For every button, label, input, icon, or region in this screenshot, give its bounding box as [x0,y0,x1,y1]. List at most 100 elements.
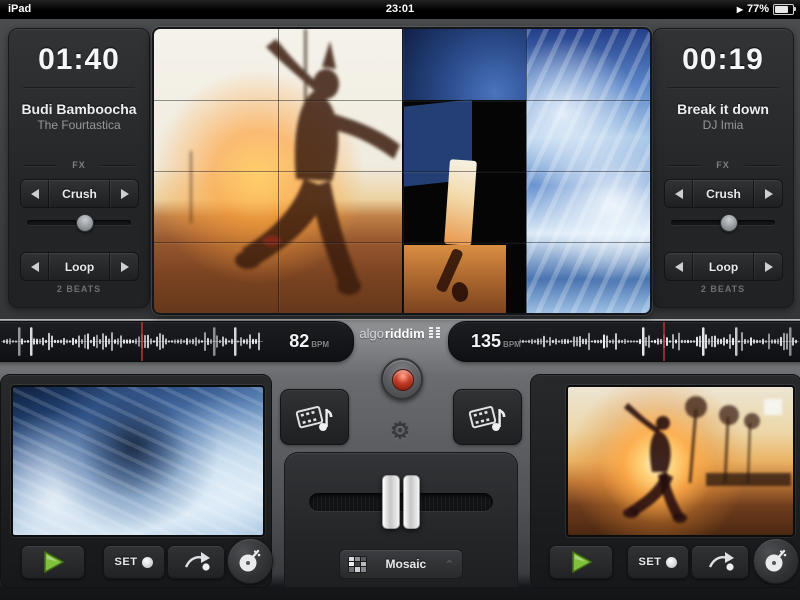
loop-shorter-button[interactable] [21,253,49,280]
loop-beats-label: 2 BEATS [700,284,746,294]
media-library-button-left[interactable] [280,389,349,445]
grid-line [154,171,650,172]
crossfader-left-arrow-icon [294,495,305,511]
fx-next-button[interactable] [754,180,782,207]
play-button[interactable] [549,545,613,579]
play-icon [44,550,65,574]
loop-selected-value: Loop [64,259,95,274]
play-button[interactable] [21,545,85,579]
waveform-graph [517,327,799,356]
record-button[interactable] [381,358,423,400]
turntable-scratch-button[interactable] [227,538,273,584]
track-title: Budi Bamboocha [21,101,137,117]
fx-next-button[interactable] [110,180,138,207]
equalizer-icon [428,326,440,338]
set-cue-button[interactable]: SET [103,545,165,579]
set-label: SET [638,556,662,568]
fx-amount-slider[interactable] [671,213,775,232]
algoriddim-logo: algo riddim [320,325,480,341]
loop-selector[interactable]: Loop [20,252,139,281]
deck-left-panel: 01:40 Budi Bamboocha The Fourtastica FX … [8,28,150,308]
media-library-button-right[interactable] [453,389,522,445]
clock: 23:01 [385,3,415,15]
loop-shorter-button[interactable] [665,253,693,280]
left-arrow-icon [674,261,683,272]
mosaic-grid-icon [348,555,367,573]
fx-amount-slider[interactable] [27,213,131,232]
fx-prev-button[interactable] [665,180,693,207]
fx-selected-value: Crush [62,186,97,201]
film-music-note-icon [468,406,505,431]
left-arrow-icon [30,261,39,272]
waveform-right[interactable]: 135 BPM [448,321,800,362]
fx-section-label: FX [653,160,793,170]
curved-arrow-icon [708,552,734,571]
curved-arrow-icon [184,552,210,571]
fx-selected-value: Crush [706,186,741,201]
transition-selected-value: Mosaic [385,557,427,571]
crossfader-knob[interactable] [382,475,420,529]
mixer-console: Mosaic ⌃ [284,452,518,587]
record-dot-icon [392,369,414,391]
sunset-scene-silhouettes [623,396,791,523]
waveform-left[interactable]: 82 BPM [0,321,354,362]
cue-dot-icon [142,556,154,568]
battery-icon [773,3,796,15]
right-arrow-icon [120,261,129,272]
slider-knob[interactable] [720,214,739,232]
logo-bold-text: riddim [384,325,425,341]
waveform-graph [1,327,263,356]
transition-selector-button[interactable]: Mosaic ⌃ [339,549,463,579]
fx-prev-button[interactable] [21,180,49,207]
cue-dot-icon [666,556,678,568]
loop-longer-button[interactable] [110,253,138,280]
play-icon [572,550,593,574]
film-music-note-icon [295,406,332,431]
turntable-icon [239,549,261,572]
status-right-group: ▶ 77% [736,3,796,15]
deck-right-panel: 00:19 Break it down DJ Imia FX Crush Loo… [652,28,794,308]
fx-section-label: FX [9,160,149,170]
track-artist: DJ Imia [702,118,744,132]
loop-beats-label: 2 BEATS [56,284,102,294]
loop-longer-button[interactable] [754,253,782,280]
jump-to-cue-button[interactable] [167,545,225,579]
battery-percent: 77% [746,3,769,15]
video-thumbnail-water[interactable] [11,385,265,537]
video-thumbnail-sunset[interactable] [566,385,795,537]
elapsed-time: 00:19 [682,43,764,76]
status-bar: iPad 23:01 ▶ 77% [0,0,800,19]
grid-line [154,100,650,101]
bpm-unit: BPM [311,340,329,349]
left-arrow-icon [674,188,683,199]
bpm-unit: BPM [503,340,521,349]
fx-selector[interactable]: Crush [664,179,783,208]
bottom-deck-right: SET [530,374,800,588]
turntable-scratch-button[interactable] [753,538,799,584]
right-arrow-icon [764,188,773,199]
chevron-up-icon: ⌃ [444,558,454,571]
set-label: SET [114,556,138,568]
slider-knob[interactable] [76,214,95,232]
play-indicator-icon: ▶ [736,4,743,14]
turntable-icon [765,549,787,572]
track-title: Break it down [677,101,769,117]
vjay-dj-app: iPad 23:01 ▶ 77% 01:40 Budi Bamboocha Th… [0,0,800,600]
divider [667,87,779,89]
jump-to-cue-button[interactable] [691,545,749,579]
bpm-value: 82 [289,331,310,351]
left-arrow-icon [30,188,39,199]
logo-light-text: algo [359,325,384,341]
settings-gear-icon[interactable]: ⚙ [387,418,413,444]
divider [23,87,135,89]
fx-selector[interactable]: Crush [20,179,139,208]
set-cue-button[interactable]: SET [627,545,689,579]
track-artist: The Fourtastica [37,118,121,132]
elapsed-time: 01:40 [38,43,120,76]
playhead-marker [141,322,143,361]
mosaic-tile-blue [402,29,526,100]
loop-selector[interactable]: Loop [664,252,783,281]
main-video-display[interactable] [152,27,652,315]
grid-line [154,242,650,243]
bottom-deck-left: SET [0,374,273,588]
